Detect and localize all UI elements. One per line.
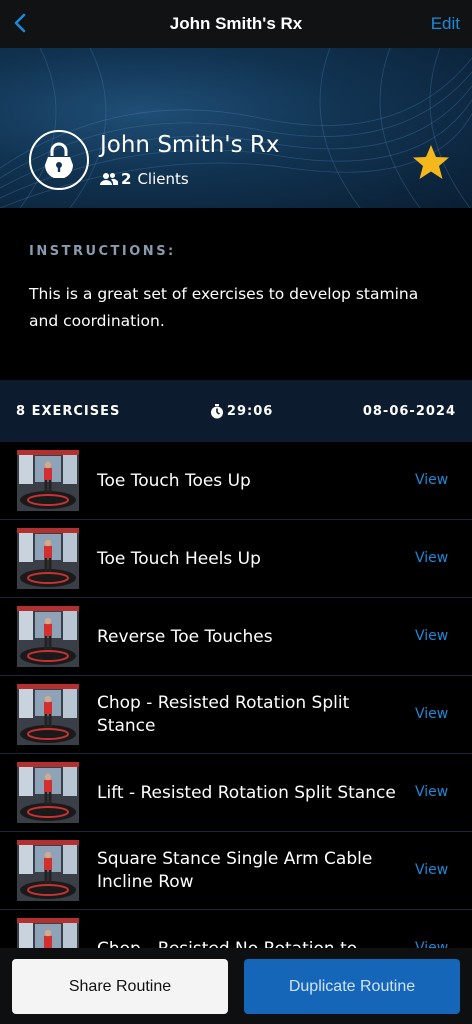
exercise-thumbnail-image	[17, 606, 79, 667]
exercise-thumbnail	[17, 684, 79, 745]
bottom-action-bar: Share Routine Duplicate Routine	[0, 948, 472, 1024]
exercise-row[interactable]: Square Stance Single Arm Cable Incline R…	[0, 832, 472, 910]
instructions-label: INSTRUCTIONS:	[29, 244, 176, 259]
duplicate-routine-button[interactable]: Duplicate Routine	[244, 959, 460, 1014]
nav-bar: John Smith's Rx Edit	[0, 0, 472, 48]
clients-info[interactable]: 2 Clients	[100, 170, 189, 188]
view-link[interactable]: View	[415, 862, 448, 878]
duration-value: 29:06	[226, 403, 274, 419]
share-routine-button[interactable]: Share Routine	[12, 959, 228, 1014]
kettlebell-lock-icon	[45, 142, 73, 178]
exercise-thumbnail-image	[17, 840, 79, 901]
exercise-row[interactable]: Toe Touch Heels Up View	[0, 520, 472, 598]
exercise-thumbnail-image	[17, 528, 79, 589]
people-icon	[100, 173, 118, 185]
routine-name: John Smith's Rx	[100, 132, 280, 158]
nav-title: John Smith's Rx	[169, 14, 303, 33]
stopwatch-icon	[210, 403, 223, 418]
exercise-name: Toe Touch Toes Up	[97, 470, 251, 491]
exercise-name: Toe Touch Heels Up	[97, 548, 261, 569]
duration: 29:06	[210, 403, 274, 419]
exercise-row[interactable]: Toe Touch Toes Up View	[0, 442, 472, 520]
exercise-name: Reverse Toe Touches	[97, 626, 273, 647]
favorite-star-icon[interactable]	[412, 144, 450, 180]
exercise-row[interactable]: Chop - Resisted Rotation Split Stance Vi…	[0, 676, 472, 754]
routine-avatar	[29, 130, 89, 190]
exercise-thumbnail	[17, 606, 79, 667]
exercise-name: Square Stance Single Arm Cable Incline R…	[97, 849, 373, 892]
exercise-thumbnail-image	[17, 762, 79, 823]
view-link[interactable]: View	[415, 784, 448, 800]
exercise-thumbnail-image	[17, 450, 79, 511]
routine-header: John Smith's Rx 2 Clients	[0, 48, 472, 208]
view-link[interactable]: View	[415, 628, 448, 644]
back-chevron-icon[interactable]	[8, 10, 36, 38]
edit-button[interactable]: Edit	[431, 14, 460, 34]
exercise-list: Toe Touch Toes Up View Toe Touch Heels U…	[0, 442, 472, 988]
exercise-name: Chop - Resisted Rotation Split Stance	[97, 693, 350, 736]
routine-date: 08-06-2024	[362, 403, 456, 419]
exercise-name: Lift - Resisted Rotation Split Stance	[97, 782, 396, 803]
clients-count: 2	[121, 170, 132, 188]
view-link[interactable]: View	[415, 706, 448, 722]
exercise-row[interactable]: Reverse Toe Touches View	[0, 598, 472, 676]
clients-label: Clients	[137, 170, 189, 188]
instructions-section: INSTRUCTIONS: This is a great set of exe…	[0, 208, 472, 380]
exercise-thumbnail	[17, 450, 79, 511]
routine-stats-bar: 8 EXERCISES 29:06 08-06-2024	[0, 380, 472, 442]
exercise-thumbnail	[17, 840, 79, 901]
view-link[interactable]: View	[415, 472, 448, 488]
exercise-thumbnail	[17, 762, 79, 823]
exercise-row[interactable]: Lift - Resisted Rotation Split Stance Vi…	[0, 754, 472, 832]
exercise-thumbnail	[17, 528, 79, 589]
instructions-text: This is a great set of exercises to deve…	[29, 285, 419, 330]
view-link[interactable]: View	[415, 550, 448, 566]
exercise-thumbnail-image	[17, 684, 79, 745]
exercise-count: 8 EXERCISES	[16, 403, 121, 419]
